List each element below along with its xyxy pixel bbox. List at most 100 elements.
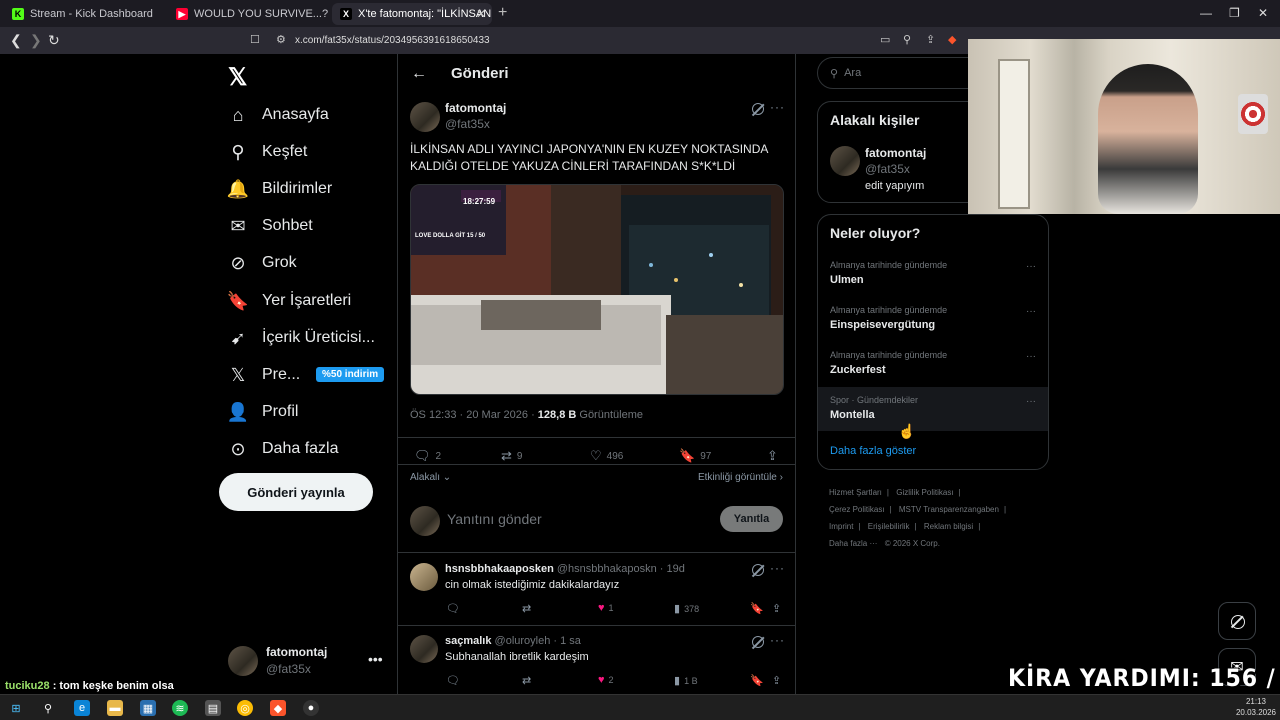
window-close-icon[interactable]: ✕ xyxy=(1258,6,1268,20)
comment-author[interactable]: hsnsbbhakaaposken @hsnsbbhakaposkn · 19d xyxy=(445,563,685,575)
footer-link[interactable]: Erişilebilirlik xyxy=(868,522,910,531)
footer-link[interactable]: Çerez Politikası xyxy=(829,505,885,514)
zoom-icon[interactable]: ⚲ xyxy=(903,33,915,46)
comment-avatar[interactable] xyxy=(410,635,438,663)
nav-bookmarks[interactable]: 🔖 Yer İşaretleri xyxy=(227,286,351,316)
floating-grok-button[interactable] xyxy=(1218,602,1256,640)
comment-reply-action[interactable]: 🗨 xyxy=(446,674,464,687)
comment-avatar[interactable] xyxy=(410,563,438,591)
comment-share-action[interactable]: ⇪ xyxy=(772,602,785,615)
share-icon[interactable]: ⇪ xyxy=(926,33,938,46)
address-bar[interactable]: x.com/fat35x/status/2034956391618650433 xyxy=(295,35,490,46)
nav-notifications[interactable]: 🔔 Bildirimler xyxy=(227,174,332,204)
related-handle[interactable]: @fat35x xyxy=(865,162,910,176)
back-arrow-icon[interactable]: ← xyxy=(411,65,427,83)
back-icon[interactable]: ❮ xyxy=(10,32,22,49)
nav-more[interactable]: ⊙ Daha fazla xyxy=(228,434,338,464)
view-engagement-link[interactable]: Etkinliği görüntüle › xyxy=(698,472,783,483)
comment-more-icon[interactable]: ··· xyxy=(770,633,785,647)
grok-explain-icon[interactable] xyxy=(752,636,764,648)
post-avatar[interactable] xyxy=(410,102,440,132)
reply-submit-button[interactable]: Yanıtla xyxy=(720,506,783,532)
trend-more-icon[interactable]: ··· xyxy=(1026,351,1036,362)
trend-more-icon[interactable]: ··· xyxy=(1026,306,1036,317)
more-icon[interactable]: ••• xyxy=(368,651,383,667)
file-explorer-icon[interactable]: ▬ xyxy=(107,700,123,716)
account-switcher[interactable]: fatomontaj @fat35x ••• xyxy=(228,643,388,687)
comment-reply-action[interactable]: 🗨 xyxy=(446,602,464,615)
footer-link[interactable]: Hizmet Şartları xyxy=(829,488,882,497)
clock-date[interactable]: 20.03.2026 xyxy=(1236,708,1276,717)
comment-repost-action[interactable]: ⇄ xyxy=(522,674,535,687)
obs-icon[interactable]: ● xyxy=(303,700,319,716)
footer-link[interactable]: Reklam bilgisi xyxy=(924,522,973,531)
nav-premium[interactable]: 𝕏 Pre... xyxy=(228,360,301,390)
comment-repost-action[interactable]: ⇄ xyxy=(522,602,535,615)
restore-icon[interactable]: ❐ xyxy=(1229,6,1240,20)
post-more-icon[interactable]: ··· xyxy=(770,100,785,114)
cast-icon[interactable]: ▭ xyxy=(880,33,892,46)
comment-author[interactable]: saçmalık @oluroyleh · 1 sa xyxy=(445,635,581,647)
minimize-icon[interactable]: — xyxy=(1200,6,1212,20)
bookmark-page-icon[interactable]: ☐ xyxy=(250,33,262,46)
comment-bookmark-action[interactable]: 🔖 xyxy=(750,674,768,687)
post-author-name[interactable]: fatomontaj xyxy=(445,101,506,115)
show-more-link[interactable]: Daha fazla göster xyxy=(830,445,916,457)
bookmark-action[interactable]: 🔖 97 xyxy=(679,448,711,464)
tab-x-post[interactable]: X X'te fatomontaj: "İLKİNSAN AL ✕ xyxy=(332,3,492,25)
like-action[interactable]: ♡ 496 xyxy=(590,448,623,464)
post-author-handle[interactable]: @fat35x xyxy=(445,117,490,131)
close-tab-icon[interactable]: ✕ xyxy=(476,7,486,21)
grok-explain-icon[interactable] xyxy=(752,564,764,576)
related-name[interactable]: fatomontaj xyxy=(865,146,926,160)
brave-shield-icon[interactable]: ◆ xyxy=(948,33,960,46)
sort-replies-dropdown[interactable]: Alakalı ⌄ xyxy=(410,472,451,483)
site-info-icon[interactable]: ⚙ xyxy=(276,33,288,46)
forward-icon[interactable]: ❯ xyxy=(30,32,42,49)
search-icon[interactable]: ⚲ xyxy=(40,700,56,716)
footer-link[interactable]: Imprint xyxy=(829,522,853,531)
nav-creator-studio[interactable]: ➹ İçerik Üreticisi... xyxy=(228,323,374,353)
tab-kick-dashboard[interactable]: K Stream - Kick Dashboard xyxy=(4,3,164,25)
comment-views[interactable]: ▮ 378 xyxy=(674,602,699,615)
x-logo-icon[interactable]: 𝕏 xyxy=(228,63,247,92)
nav-home[interactable]: ⌂ Anasayfa xyxy=(228,100,329,130)
trend-more-icon[interactable]: ··· xyxy=(1026,261,1036,272)
post-button[interactable]: Gönderi yayınla xyxy=(219,473,373,511)
footer-link[interactable]: Gizlilik Politikası xyxy=(896,488,953,497)
edge-icon[interactable]: e xyxy=(74,700,90,716)
footer-link[interactable]: MSTV Transparenzangaben xyxy=(899,505,999,514)
nav-chat[interactable]: ✉ Sohbet xyxy=(228,211,312,241)
nav-profile[interactable]: 👤 Profil xyxy=(227,397,299,427)
nav-explore[interactable]: ⚲ Keşfet xyxy=(228,137,307,167)
tab-youtube[interactable]: ▶ WOULD YOU SURVIVE...? #shorts - Yo xyxy=(168,3,328,25)
footer-link[interactable]: Daha fazla ··· xyxy=(829,539,877,548)
comment-like-action[interactable]: ♥ 1 xyxy=(598,602,614,614)
comment-views[interactable]: ▮ 1 B xyxy=(674,674,698,687)
comment-like-action[interactable]: ♥ 2 xyxy=(598,674,614,686)
brave-icon[interactable]: ◆ xyxy=(270,700,286,716)
premium-discount-badge[interactable]: %50 indirim xyxy=(316,367,385,382)
nav-grok[interactable]: ⊘ Grok xyxy=(228,248,296,278)
trend-item-hovered[interactable]: Spor · Gündemdekiler Montella ··· xyxy=(818,387,1048,431)
windows-start-icon[interactable]: ⊞ xyxy=(8,700,24,716)
clock-time[interactable]: 21:13 xyxy=(1246,697,1266,706)
spotify-icon[interactable]: ≋ xyxy=(172,700,188,716)
share-action[interactable]: ⇪ xyxy=(767,448,783,464)
comment-more-icon[interactable]: ··· xyxy=(770,561,785,575)
calculator-icon[interactable]: ▤ xyxy=(205,700,221,716)
reply-action[interactable]: 🗨 2 xyxy=(414,448,441,464)
mouse-cursor-icon: ☝ xyxy=(898,423,916,439)
post-media-image[interactable]: 18:27:59 LOVE DOLLA GİT 15 / 50 xyxy=(410,184,784,395)
related-avatar[interactable] xyxy=(830,146,860,176)
store-icon[interactable]: ▦ xyxy=(140,700,156,716)
grok-explain-icon[interactable] xyxy=(752,103,764,115)
comment-bookmark-action[interactable]: 🔖 xyxy=(750,602,768,615)
repost-action[interactable]: ⇄ 9 xyxy=(501,448,522,464)
comment-share-action[interactable]: ⇪ xyxy=(772,674,785,687)
new-tab-button[interactable]: + xyxy=(498,4,507,22)
reply-input[interactable]: Yanıtını gönder xyxy=(447,511,542,527)
trend-more-icon[interactable]: ··· xyxy=(1026,396,1036,407)
reload-icon[interactable]: ↻ xyxy=(48,32,60,49)
chrome-icon[interactable]: ◎ xyxy=(237,700,253,716)
